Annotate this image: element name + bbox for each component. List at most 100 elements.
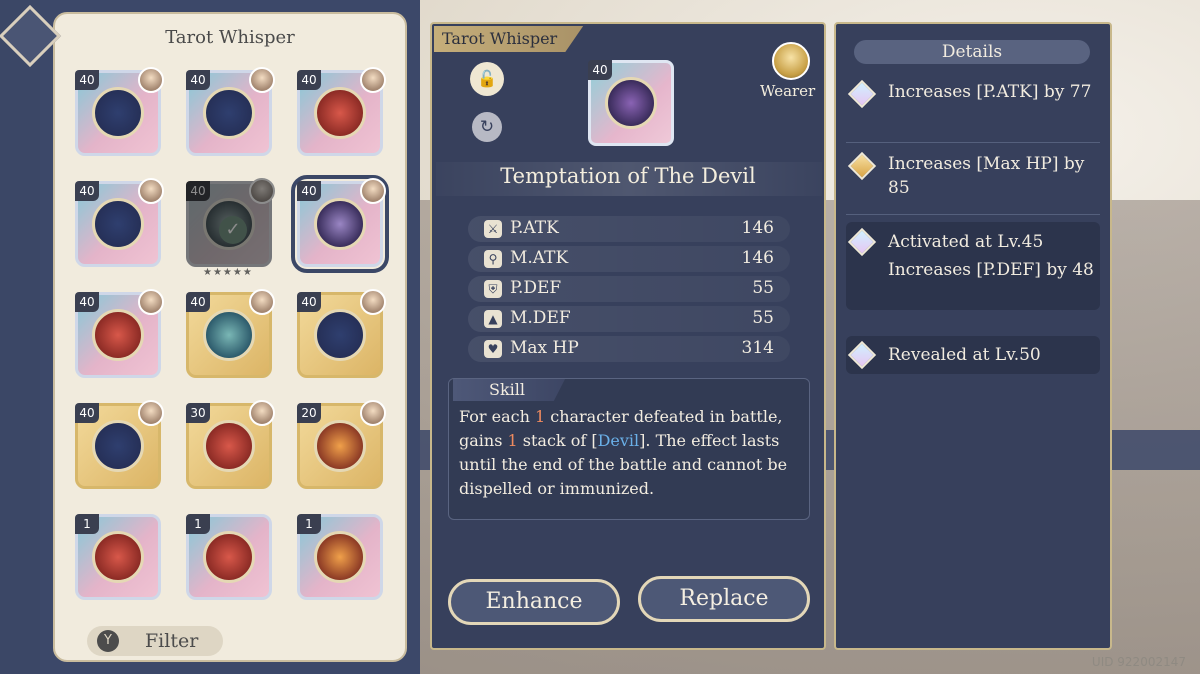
stat-name: P.DEF	[510, 278, 562, 298]
skill-description: For each 1 character defeated in battle,…	[459, 405, 805, 501]
tarot-card[interactable]: 20	[297, 400, 386, 489]
side-strip	[0, 0, 45, 674]
skill-text-part: For each	[459, 407, 535, 426]
star-rating-icon: ★★★★★	[203, 267, 253, 278]
card-emblem-icon	[314, 420, 366, 472]
wearer-avatar-small	[138, 289, 164, 315]
detail-entry: Increases [Max HP] by 85	[846, 151, 1100, 206]
lock-icon[interactable]: 🔓	[470, 62, 504, 96]
stat-name: P.ATK	[510, 218, 559, 238]
tarot-card[interactable]: 40 ✓ ★★★★★	[186, 178, 275, 278]
swap-icon[interactable]: ↻	[472, 112, 502, 142]
wearer-avatar-small	[360, 178, 386, 204]
tarot-card[interactable]: 40	[75, 67, 164, 156]
card-level-badge: 40	[75, 70, 99, 90]
card-emblem-icon	[92, 87, 144, 139]
card-level-badge: 40	[186, 181, 210, 201]
tarot-card[interactable]: 30	[186, 400, 275, 489]
stat-name: Max HP	[510, 338, 579, 358]
stat-row: ♥ Max HP 314	[468, 336, 790, 362]
card-emblem-icon	[203, 531, 255, 583]
stat-value: 55	[752, 308, 774, 328]
card-level-badge: 1	[297, 514, 321, 534]
tarot-card[interactable]: 1	[75, 514, 161, 600]
stat-row: ⛨ P.DEF 55	[468, 276, 790, 302]
devil-emblem-icon	[605, 77, 657, 129]
card-emblem-icon	[92, 420, 144, 472]
divider	[846, 214, 1100, 215]
card-emblem-icon	[203, 87, 255, 139]
divider	[846, 142, 1100, 143]
detail-entry: Revealed at Lv.50	[846, 336, 1100, 374]
tarot-card[interactable]: 1	[186, 514, 272, 600]
detail-text: Increases [Max HP] by 85	[888, 154, 1085, 198]
card-level-badge: 1	[186, 514, 210, 534]
filter-icon: Y	[97, 630, 119, 652]
item-level-badge: 40	[588, 60, 612, 80]
stat-value: 314	[741, 338, 774, 358]
detail-text: Increases [P.ATK] by 77	[888, 82, 1092, 102]
card-emblem-icon	[92, 309, 144, 361]
card-level-badge: 1	[75, 514, 99, 534]
filter-button[interactable]: Y Filter	[87, 626, 223, 656]
wearer-avatar-small	[360, 289, 386, 315]
card-emblem-icon	[314, 198, 366, 250]
card-level-badge: 40	[75, 292, 99, 312]
tarot-card[interactable]: 40	[297, 67, 386, 156]
inventory-title: Tarot Whisper	[165, 27, 295, 48]
wearer-avatar-small	[249, 178, 275, 204]
tarot-card[interactable]: 40	[186, 67, 275, 156]
skill-label: Skill	[453, 379, 566, 401]
card-emblem-icon	[92, 198, 144, 250]
details-title: Details	[854, 40, 1090, 64]
tarot-card[interactable]: 40	[75, 289, 164, 378]
hat-icon: ▲	[484, 310, 502, 328]
wearer-avatar-small	[138, 178, 164, 204]
stat-name: M.DEF	[510, 308, 571, 328]
card-emblem-icon	[203, 420, 255, 472]
card-emblem-icon	[203, 309, 255, 361]
item-name: Temptation of The Devil	[500, 164, 756, 188]
inventory-panel: Tarot Whisper 40 40 40 40 40 ✓ ★★★★★ 40 40 40 40 40…	[40, 0, 420, 674]
shield-icon: ⛨	[484, 280, 502, 298]
wearer-avatar-small	[360, 400, 386, 426]
gem-icon	[847, 79, 877, 109]
tarot-card[interactable]: 40	[291, 175, 389, 273]
tarot-card[interactable]: 40	[75, 178, 164, 267]
tarot-card[interactable]: 1	[297, 514, 383, 600]
replace-button[interactable]: Replace	[638, 576, 810, 622]
enhance-button[interactable]: Enhance	[448, 579, 620, 625]
inventory-frame: Tarot Whisper 40 40 40 40 40 ✓ ★★★★★ 40 40 40 40 40…	[53, 12, 407, 662]
item-card: 40	[588, 60, 674, 146]
card-level-badge: 40	[297, 181, 321, 201]
card-level-badge: 40	[186, 292, 210, 312]
stat-row: ▲ M.DEF 55	[468, 306, 790, 332]
wearer-avatar-small	[249, 289, 275, 315]
stat-value: 146	[741, 218, 774, 238]
sword-icon: ⚔	[484, 220, 502, 238]
gem-icon	[847, 151, 877, 181]
staff-icon: ⚲	[484, 250, 502, 268]
tarot-card[interactable]: 40	[75, 400, 164, 489]
skill-keyword[interactable]: Devil	[598, 431, 640, 450]
card-level-badge: 20	[297, 403, 321, 423]
card-emblem-icon	[314, 87, 366, 139]
gem-icon	[847, 340, 877, 370]
wearer-avatar-small	[138, 67, 164, 93]
card-emblem-icon	[314, 531, 366, 583]
stat-value: 55	[752, 278, 774, 298]
wearer-avatar[interactable]	[772, 42, 810, 80]
tarot-card[interactable]: 40	[297, 289, 386, 378]
skill-text-part: stack of [	[517, 431, 598, 450]
skill-number: 1	[534, 407, 546, 426]
wearer-avatar-small	[360, 67, 386, 93]
wearer-label: Wearer	[760, 82, 816, 100]
user-id: UID 922002147	[1091, 655, 1186, 669]
tarot-card[interactable]: 40	[186, 289, 275, 378]
wearer-avatar-small	[138, 400, 164, 426]
detail-text: Revealed at Lv.50	[888, 345, 1041, 365]
stat-row: ⚔ P.ATK 146	[468, 216, 790, 242]
check-icon: ✓	[219, 216, 247, 244]
detail-activation: Activated at Lv.45	[888, 232, 1044, 252]
stat-list: ⚔ P.ATK 146 ⚲ M.ATK 146 ⛨ P.DEF 55 ▲ M.D…	[468, 216, 790, 366]
